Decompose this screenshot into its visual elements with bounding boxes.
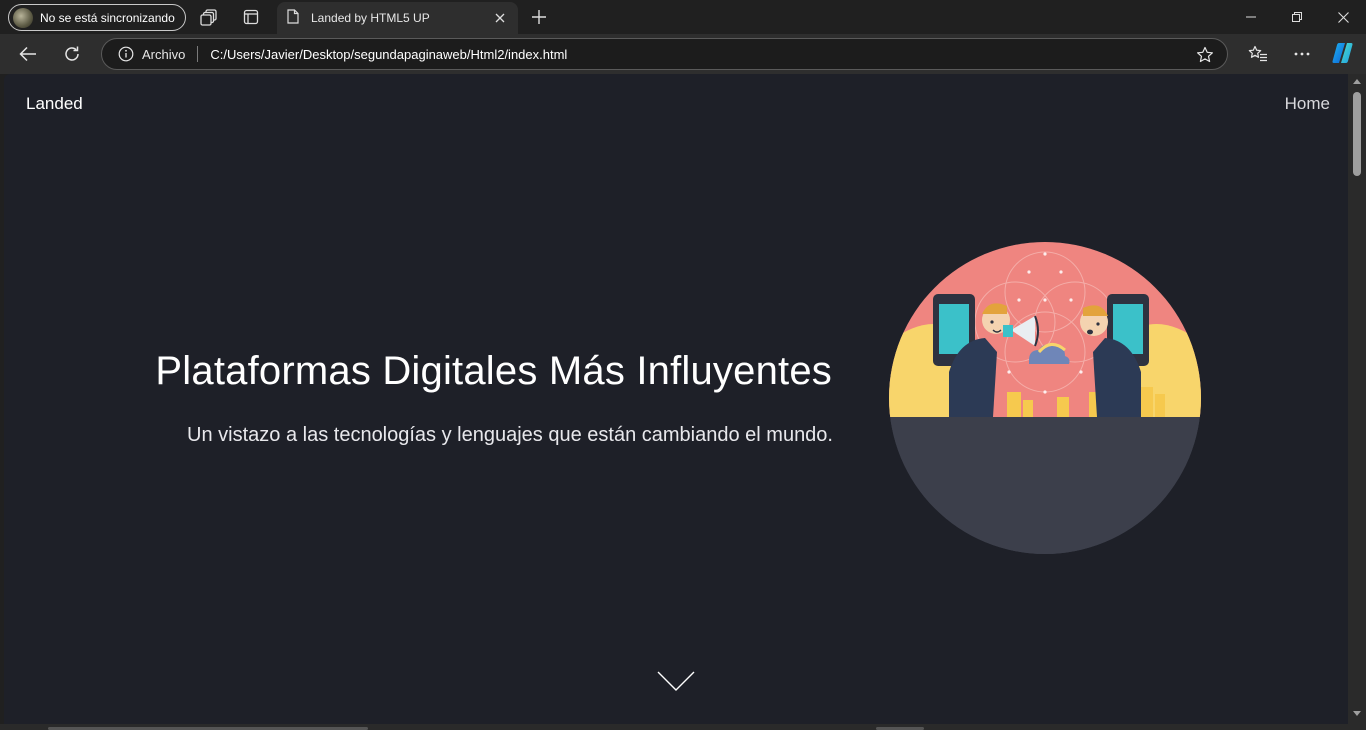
profile-button[interactable]: No se está sincronizando (8, 4, 186, 31)
address-url[interactable]: C:/Users/Javier/Desktop/segundapaginaweb… (210, 47, 567, 62)
hero-subtitle: Un vistazo a las tecnologías y lenguajes… (187, 424, 833, 446)
address-bar[interactable]: Archivo C:/Users/Javier/Desktop/segundap… (101, 38, 1228, 70)
address-scheme-label: Archivo (142, 46, 186, 62)
document-icon (287, 9, 299, 27)
hero-title: Plataformas Digitales Más Influyentes (155, 349, 832, 393)
back-arrow-icon[interactable] (16, 42, 40, 66)
restore-icon[interactable] (1274, 0, 1320, 34)
scroll-up-arrow-icon[interactable] (1353, 79, 1361, 84)
profile-sync-label: No se está sincronizando (40, 10, 175, 25)
nav-link-home[interactable]: Home (1285, 94, 1330, 114)
address-separator (197, 46, 199, 62)
horizontal-scrollbar[interactable] (0, 724, 1366, 730)
browser-title-bar: No se está sincronizando Landed by HTML5… (0, 0, 1366, 34)
close-window-icon[interactable] (1320, 0, 1366, 34)
page-viewport: Landed Home Plataformas Digitales Más In… (4, 74, 1348, 724)
active-tab[interactable]: Landed by HTML5 UP (277, 2, 518, 34)
site-brand-logo[interactable]: Landed (26, 94, 83, 114)
minimize-icon[interactable] (1228, 0, 1274, 34)
vertical-scroll-thumb[interactable] (1353, 92, 1361, 176)
info-icon[interactable] (118, 46, 134, 62)
scroll-down-arrow-icon[interactable] (1353, 711, 1361, 716)
hero-image-circle (889, 242, 1201, 554)
copilot-icon[interactable] (1330, 40, 1356, 66)
workspaces-icon[interactable] (199, 7, 219, 27)
chevron-down-icon[interactable] (657, 670, 695, 692)
vertical-scrollbar[interactable] (1348, 74, 1366, 724)
refresh-icon[interactable] (60, 42, 84, 66)
browser-toolbar: Archivo C:/Users/Javier/Desktop/segundap… (0, 34, 1366, 74)
tab-close-icon[interactable] (492, 10, 508, 26)
new-tab-icon[interactable] (529, 7, 549, 27)
megaphone-illustration (889, 242, 1201, 554)
tab-actions-icon[interactable] (241, 7, 261, 27)
profile-avatar (13, 7, 33, 28)
star-icon[interactable] (1195, 45, 1215, 65)
tab-title: Landed by HTML5 UP (311, 11, 430, 25)
more-icon[interactable] (1290, 42, 1314, 66)
favorites-icon[interactable] (1246, 42, 1270, 66)
